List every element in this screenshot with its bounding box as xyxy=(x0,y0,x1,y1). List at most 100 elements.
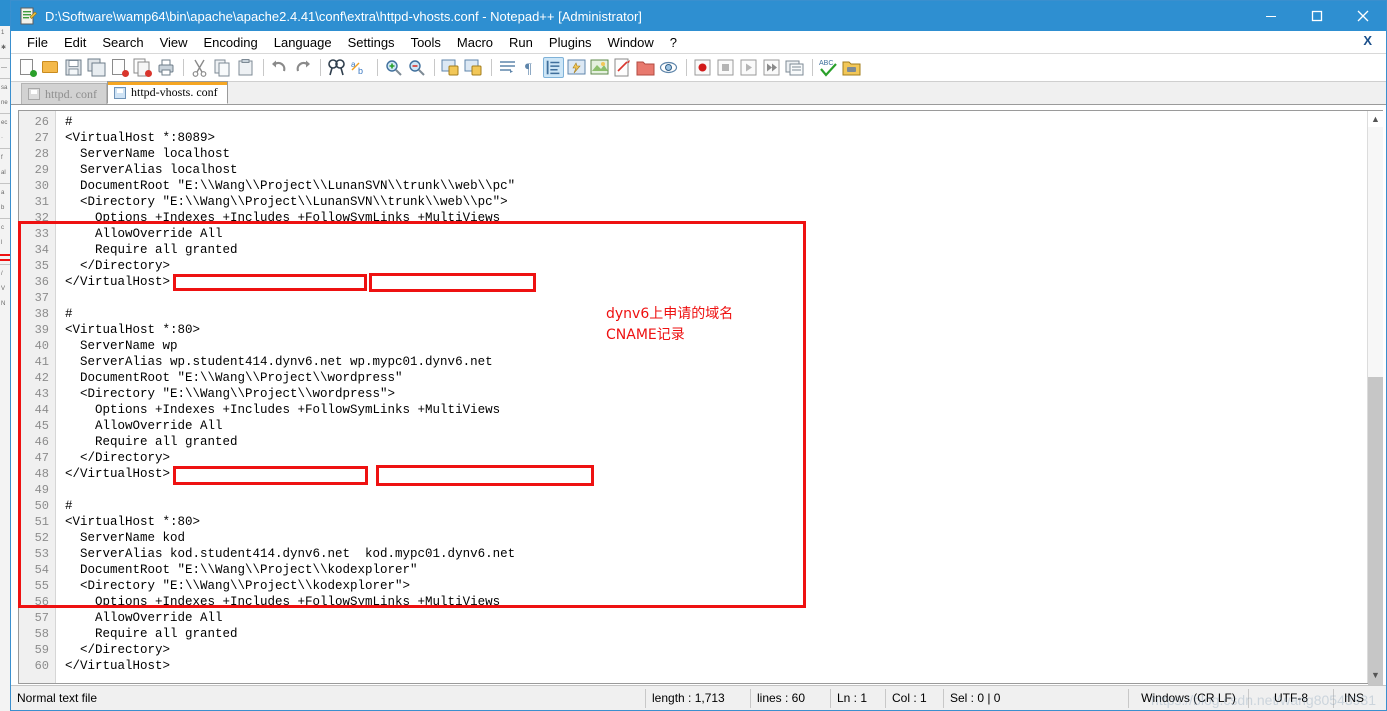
record-macro-icon[interactable] xyxy=(692,57,713,78)
menu-bar: File Edit Search View Encoding Language … xyxy=(11,31,1386,54)
line-number: 46 xyxy=(34,435,49,449)
close-button[interactable] xyxy=(1340,1,1386,31)
line-number: 57 xyxy=(34,611,49,625)
code-line: </VirtualHost> xyxy=(65,467,171,481)
cut-icon[interactable] xyxy=(189,57,210,78)
paste-icon[interactable] xyxy=(235,57,256,78)
title-bar: D:\Software\wamp64\bin\apache\apache2.4.… xyxy=(11,1,1386,31)
code-line: DocumentRoot "E:\\Wang\\Project\\wordpre… xyxy=(65,371,403,385)
menu-item-view[interactable]: View xyxy=(152,33,196,52)
copy-icon[interactable] xyxy=(212,57,233,78)
save-macro-icon[interactable] xyxy=(784,57,805,78)
zoom-in-icon[interactable] xyxy=(383,57,404,78)
save-all-icon[interactable] xyxy=(86,57,107,78)
play-macro-icon[interactable] xyxy=(738,57,759,78)
sync-vertical-scroll-icon[interactable] xyxy=(440,57,461,78)
code-line: Options +Indexes +Includes +FollowSymLin… xyxy=(65,403,501,417)
scrollbar-track[interactable] xyxy=(1368,127,1383,686)
line-number: 29 xyxy=(34,163,49,177)
editor-area: 26 27 28 29 30 31 32 33 34 35 36 37 38 39 40 41 42 43 44 45… xyxy=(11,105,1386,686)
menu-item-help[interactable]: ? xyxy=(662,33,685,52)
menu-item-settings[interactable]: Settings xyxy=(340,33,403,52)
line-number: 28 xyxy=(34,147,49,161)
menu-item-plugins[interactable]: Plugins xyxy=(541,33,600,52)
code-line: Options +Indexes +Includes +FollowSymLin… xyxy=(65,595,501,609)
user-defined-dialog-icon[interactable] xyxy=(566,57,587,78)
save-icon[interactable] xyxy=(63,57,84,78)
line-number: 53 xyxy=(34,547,49,561)
function-list-icon[interactable] xyxy=(612,57,633,78)
run-macro-multiple-icon[interactable] xyxy=(761,57,782,78)
close-document-button[interactable]: X xyxy=(1363,33,1372,48)
menu-item-macro[interactable]: Macro xyxy=(449,33,501,52)
status-encoding[interactable]: UTF-8 xyxy=(1249,688,1334,708)
status-insert-mode[interactable]: INS xyxy=(1334,689,1374,708)
menu-item-window[interactable]: Window xyxy=(600,33,662,52)
monitoring-icon[interactable] xyxy=(658,57,679,78)
code-line: AllowOverride All xyxy=(65,227,223,241)
menu-item-file[interactable]: File xyxy=(19,33,56,52)
status-col: Col : 1 xyxy=(886,688,944,708)
close-file-icon[interactable] xyxy=(109,57,130,78)
line-number: 50 xyxy=(34,499,49,513)
document-map-icon[interactable] xyxy=(589,57,610,78)
sync-horizontal-scroll-icon[interactable] xyxy=(463,57,484,78)
menu-item-language[interactable]: Language xyxy=(266,33,340,52)
show-indent-guide-icon[interactable] xyxy=(543,57,564,78)
toolbar-separator xyxy=(263,59,264,76)
code-line: DocumentRoot "E:\\Wang\\Project\\LunanSV… xyxy=(65,179,516,193)
editor-vertical-scrollbar[interactable]: ▲ ▼ xyxy=(1367,111,1383,686)
code-line: AllowOverride All xyxy=(65,611,223,625)
code-line: </Directory> xyxy=(65,259,171,273)
undo-icon[interactable] xyxy=(269,57,290,78)
menu-item-encoding[interactable]: Encoding xyxy=(196,33,266,52)
menu-item-run[interactable]: Run xyxy=(501,33,541,52)
maximize-button[interactable] xyxy=(1294,1,1340,31)
line-number: 56 xyxy=(34,595,49,609)
open-file-icon[interactable] xyxy=(40,57,61,78)
tab-bar: httpd. conf httpd-vhosts. conf xyxy=(11,81,1386,105)
scrollbar-thumb[interactable] xyxy=(1368,377,1383,686)
status-bar: Normal text file length : 1,713 lines : … xyxy=(11,685,1386,710)
zoom-out-icon[interactable] xyxy=(406,57,427,78)
stop-recording-icon[interactable] xyxy=(715,57,736,78)
code-text-area[interactable]: # <VirtualHost *:8089> ServerName localho… xyxy=(56,111,1383,683)
new-file-icon[interactable] xyxy=(17,57,38,78)
code-line: Options +Indexes +Includes +FollowSymLin… xyxy=(65,211,501,225)
line-number-gutter: 26 27 28 29 30 31 32 33 34 35 36 37 38 39 40 41 42 43 44 45… xyxy=(19,111,56,683)
word-wrap-icon[interactable] xyxy=(497,57,518,78)
scroll-down-arrow[interactable]: ▼ xyxy=(1368,667,1383,683)
line-number: 34 xyxy=(34,243,49,257)
code-line: Require all granted xyxy=(65,627,238,641)
status-eol-format[interactable]: Windows (CR LF) xyxy=(1129,688,1249,708)
line-number: 51 xyxy=(34,515,49,529)
find-icon[interactable] xyxy=(326,57,347,78)
toolbar: ab ¶ ABC xyxy=(11,54,1386,82)
menu-item-tools[interactable]: Tools xyxy=(403,33,449,52)
notepad-plus-plus-window: D:\Software\wamp64\bin\apache\apache2.4.… xyxy=(10,0,1387,711)
code-line: </VirtualHost> xyxy=(65,659,171,673)
scroll-up-arrow[interactable]: ▲ xyxy=(1368,111,1383,127)
menu-item-edit[interactable]: Edit xyxy=(56,33,94,52)
minimize-button[interactable] xyxy=(1248,1,1294,31)
run-icon[interactable] xyxy=(841,57,862,78)
menu-item-search[interactable]: Search xyxy=(94,33,151,52)
code-line: <VirtualHost *:80> xyxy=(65,515,201,529)
print-icon[interactable] xyxy=(155,57,176,78)
close-all-files-icon[interactable] xyxy=(132,57,153,78)
tab-httpd-vhosts-conf[interactable]: httpd-vhosts. conf xyxy=(107,81,228,104)
code-line: ServerAlias localhost xyxy=(65,163,238,177)
spell-check-icon[interactable]: ABC xyxy=(818,57,839,78)
code-line: DocumentRoot "E:\\Wang\\Project\\kodexpl… xyxy=(65,563,418,577)
code-line: Require all granted xyxy=(65,435,238,449)
show-all-characters-icon[interactable]: ¶ xyxy=(520,57,541,78)
toolbar-separator xyxy=(434,59,435,76)
line-number: 59 xyxy=(34,643,49,657)
line-number: 41 xyxy=(34,355,49,369)
folder-as-workspace-icon[interactable] xyxy=(635,57,656,78)
redo-icon[interactable] xyxy=(292,57,313,78)
replace-icon[interactable]: ab xyxy=(349,57,370,78)
line-number: 43 xyxy=(34,387,49,401)
code-line: <VirtualHost *:8089> xyxy=(65,131,216,145)
tab-httpd-conf[interactable]: httpd. conf xyxy=(21,83,107,104)
